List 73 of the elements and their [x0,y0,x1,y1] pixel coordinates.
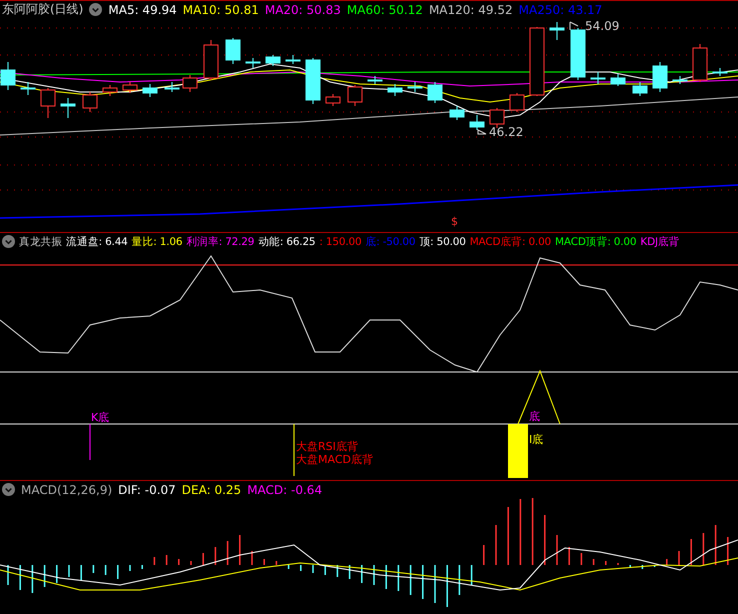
date-marker: $ [451,216,458,228]
indicator-value: 流通盘: 6.44 [66,234,128,248]
indicator-value: 顶: 50.00 [419,234,466,248]
candlestick [652,62,668,92]
dropdown-icon[interactable] [2,483,15,496]
candlestick [286,54,300,64]
candlestick [530,26,544,96]
candlestick [182,74,198,92]
indicator-value: 底: -50.00 [365,234,416,248]
candlestick [226,38,240,64]
candlestick [510,92,524,112]
candlestick [20,82,36,96]
indicator-value: MA10: 50.81 [182,2,259,16]
candlestick [388,84,402,96]
candlestick [550,22,564,40]
candlestick [204,40,218,80]
candlestick [348,84,362,106]
indicator-value: : 150.00 [319,236,362,248]
candlestick [246,58,260,68]
candlestick [450,106,464,120]
candlestick [60,98,76,118]
indicator-value: MA250: 43.17 [518,2,602,16]
signal-label: 底 [529,411,540,423]
indicator-value: MA20: 50.83 [264,2,341,16]
indicator-value: MACD底背: 0.00 [470,234,552,248]
indicator-value: MACD顶背: 0.00 [555,234,636,248]
candlestick [40,88,56,118]
candlestick [490,108,504,128]
candlestick [712,68,728,76]
candlestick [306,58,320,104]
candlestick [122,82,138,94]
indicator-value: MACD: -0.64 [247,482,322,496]
candlestick [142,84,158,98]
candlestick [266,54,280,66]
candlestick [470,114,484,130]
candlestick [164,82,180,92]
signal-bar [508,424,528,478]
signal-label: 大盘MACD底背 [296,454,373,466]
dropdown-icon[interactable] [89,3,102,16]
indicator-value: MA120: 49.52 [428,2,513,16]
candlestick [610,74,626,86]
candlestick [590,72,606,84]
signal-label: 大盘RSI底背 [296,441,358,453]
signal-label: I底 [529,434,544,446]
candlestick [0,62,16,90]
indicator-value: 量比: 1.06 [132,234,182,248]
candlestick [632,82,648,96]
candlestick [368,76,382,84]
candlestick [692,44,708,82]
candlestick [408,82,422,92]
candlestick [672,76,688,84]
dropdown-icon[interactable] [2,235,15,248]
candlestick [82,92,98,112]
indicator-value: DIF: -0.07 [118,482,176,496]
indicator-value: 动能: 66.25 [258,234,316,248]
indicator-value: DEA: 0.25 [182,482,242,496]
pointer-icon [478,129,486,134]
indicator-value: KDJ底背 [640,234,680,248]
candlestick [326,94,340,106]
candlestick [102,84,118,96]
indicator-title: 真龙共振 [19,234,62,248]
high-price-label: 54.09 [585,20,620,33]
candlestick [428,82,442,104]
indicator-title: MACD(12,26,9) [21,482,112,496]
candlestick [570,28,586,80]
chart-title: 东阿阿胶(日线) [2,1,84,18]
pointer-icon [570,22,578,30]
signal-peak-line [518,370,560,424]
indicator-value: MA5: 49.94 [108,2,177,16]
low-price-label: 46.22 [489,126,524,139]
indicator-value: MA60: 50.12 [346,2,423,16]
signal-label: K底 [91,412,110,424]
indicator-value: 利润率: 72.29 [186,234,254,248]
